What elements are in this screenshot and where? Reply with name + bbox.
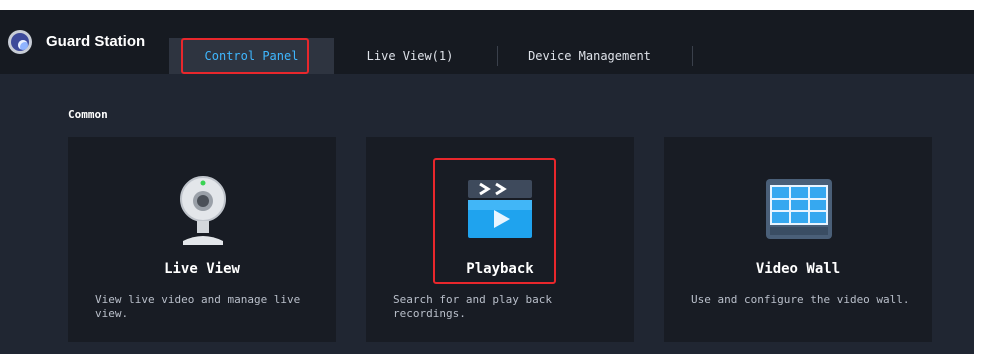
tab-control-panel[interactable]: Control Panel — [169, 38, 334, 74]
card-description: View live video and manage live view. — [95, 293, 301, 320]
card-title: Playback — [466, 261, 534, 277]
card-title: Live View — [164, 261, 240, 277]
title-bar: Guard Station Control Panel Live View(1)… — [0, 10, 974, 74]
card-title: Video Wall — [755, 261, 841, 277]
section-title: Common — [68, 108, 108, 121]
card-live-view[interactable]: Live View View live video and manage liv… — [68, 137, 336, 342]
webcam-icon — [180, 176, 226, 245]
card-description: Search for and play back recordings. — [393, 293, 552, 320]
app-window: Guard Station Control Panel Live View(1)… — [0, 10, 974, 354]
video-wall-icon — [766, 179, 832, 239]
tab-live-view[interactable]: Live View(1) — [335, 38, 485, 74]
app-logo-icon — [8, 30, 32, 54]
tab-divider — [692, 46, 693, 66]
tab-device-management[interactable]: Device Management — [497, 38, 682, 74]
app-title: Guard Station — [46, 33, 146, 50]
tab-highlight-box — [181, 38, 309, 74]
card-description: Use and configure the video wall. — [691, 293, 910, 306]
tab-label: Device Management — [528, 49, 651, 63]
tab-label: Live View(1) — [366, 49, 454, 63]
clapperboard-play-icon — [468, 180, 532, 238]
card-video-wall[interactable]: Video Wall Use and configure the video w… — [664, 137, 932, 342]
card-playback[interactable]: Playback Search for and play back record… — [366, 137, 634, 342]
